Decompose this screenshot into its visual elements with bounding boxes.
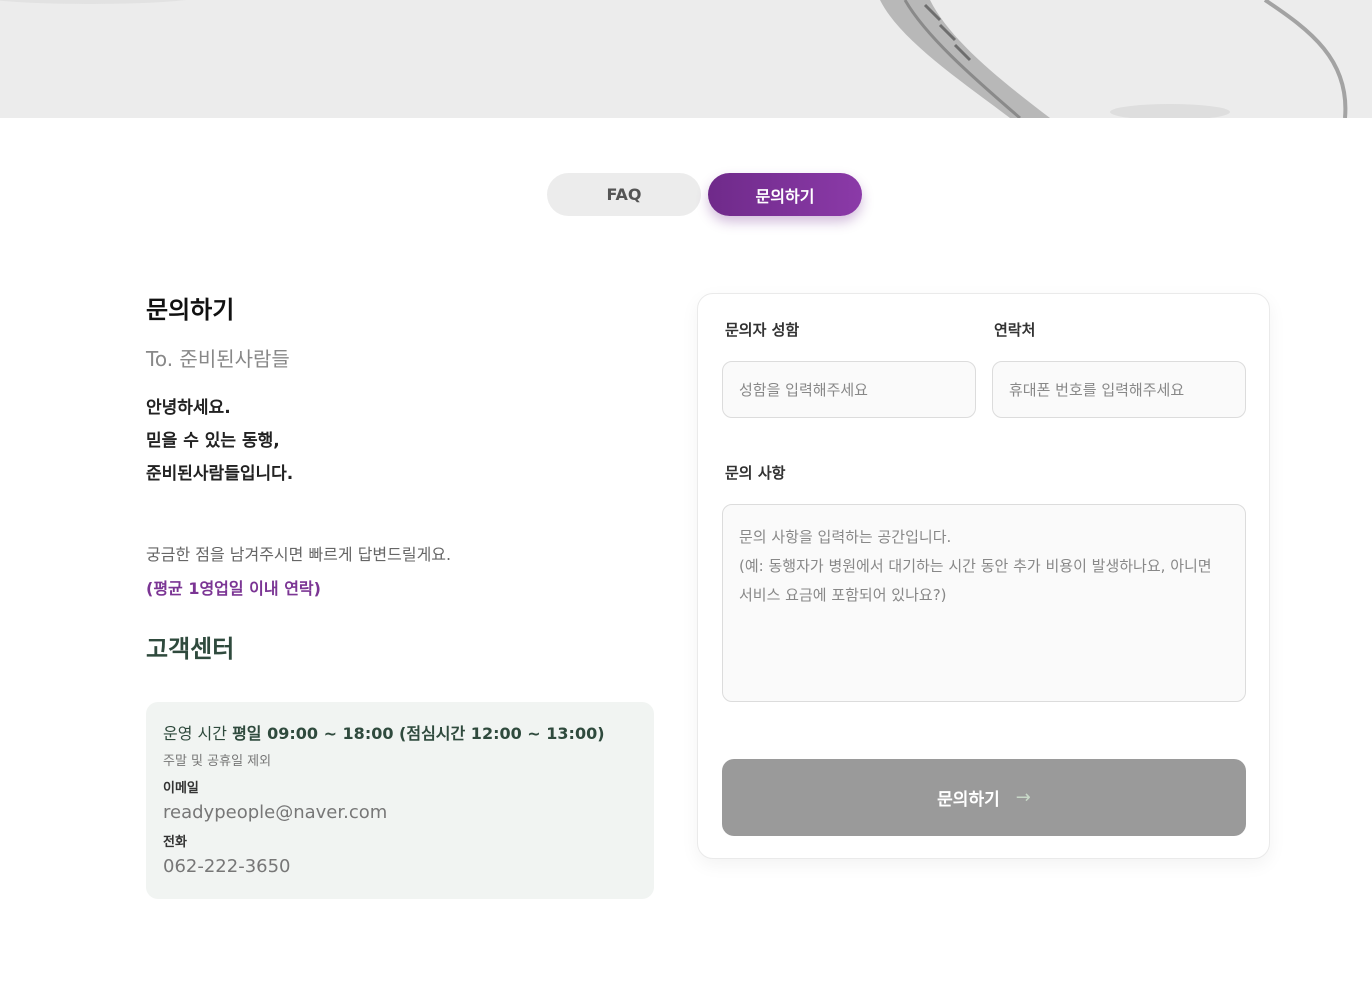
response-time-note: (평균 1영업일 이내 연락): [146, 579, 321, 598]
recipient-line: To. 준비된사람들: [146, 347, 290, 371]
inquiry-form: 문의자 성함 연락처 문의 사항 문의하기 →: [697, 293, 1270, 859]
tab-inquiry[interactable]: 문의하기: [708, 173, 862, 216]
name-label: 문의자 성함: [725, 321, 800, 339]
tab-faq[interactable]: FAQ: [547, 173, 701, 216]
hours-label: 운영 시간: [163, 724, 227, 743]
intro-section: 문의하기 To. 준비된사람들 안녕하세요. 믿을 수 있는 동행, 준비된사람…: [146, 290, 654, 664]
customer-center-title: 고객센터: [146, 635, 235, 663]
phone-label: 전화: [163, 835, 187, 850]
hours-note: 주말 및 공휴일 제외: [163, 754, 272, 769]
contact-input[interactable]: [992, 361, 1246, 418]
name-input[interactable]: [722, 361, 976, 418]
phone-value: 062-222-3650: [163, 856, 291, 877]
hours-value: 평일 09:00 ~ 18:00 (점심시간 12:00 ~ 13:00): [232, 724, 605, 743]
email-value: readypeople@naver.com: [163, 802, 388, 823]
intro-description: 궁금한 점을 남겨주시면 빠르게 답변드릴게요.: [146, 545, 452, 564]
email-label: 이메일: [163, 781, 199, 796]
hero-banner: [0, 0, 1372, 118]
greeting-text: 안녕하세요. 믿을 수 있는 동행, 준비된사람들입니다.: [146, 392, 654, 491]
hours-line: 운영 시간 평일 09:00 ~ 18:00 (점심시간 12:00 ~ 13:…: [163, 720, 637, 744]
tab-bar: FAQ 문의하기: [547, 173, 862, 216]
hero-image: [0, 0, 1348, 118]
submit-label: 문의하기: [937, 790, 1000, 810]
customer-center-box: 운영 시간 평일 09:00 ~ 18:00 (점심시간 12:00 ~ 13:…: [146, 702, 654, 899]
greeting-line: 믿을 수 있는 동행,: [146, 431, 280, 451]
contact-label: 연락처: [994, 321, 1036, 339]
message-label: 문의 사항: [725, 464, 786, 482]
greeting-line: 안녕하세요.: [146, 398, 231, 418]
greeting-line: 준비된사람들입니다.: [146, 464, 294, 484]
message-textarea[interactable]: [722, 504, 1246, 702]
arrow-right-icon: →: [1015, 787, 1031, 808]
page-title: 문의하기: [146, 296, 235, 324]
submit-button[interactable]: 문의하기 →: [722, 759, 1246, 836]
